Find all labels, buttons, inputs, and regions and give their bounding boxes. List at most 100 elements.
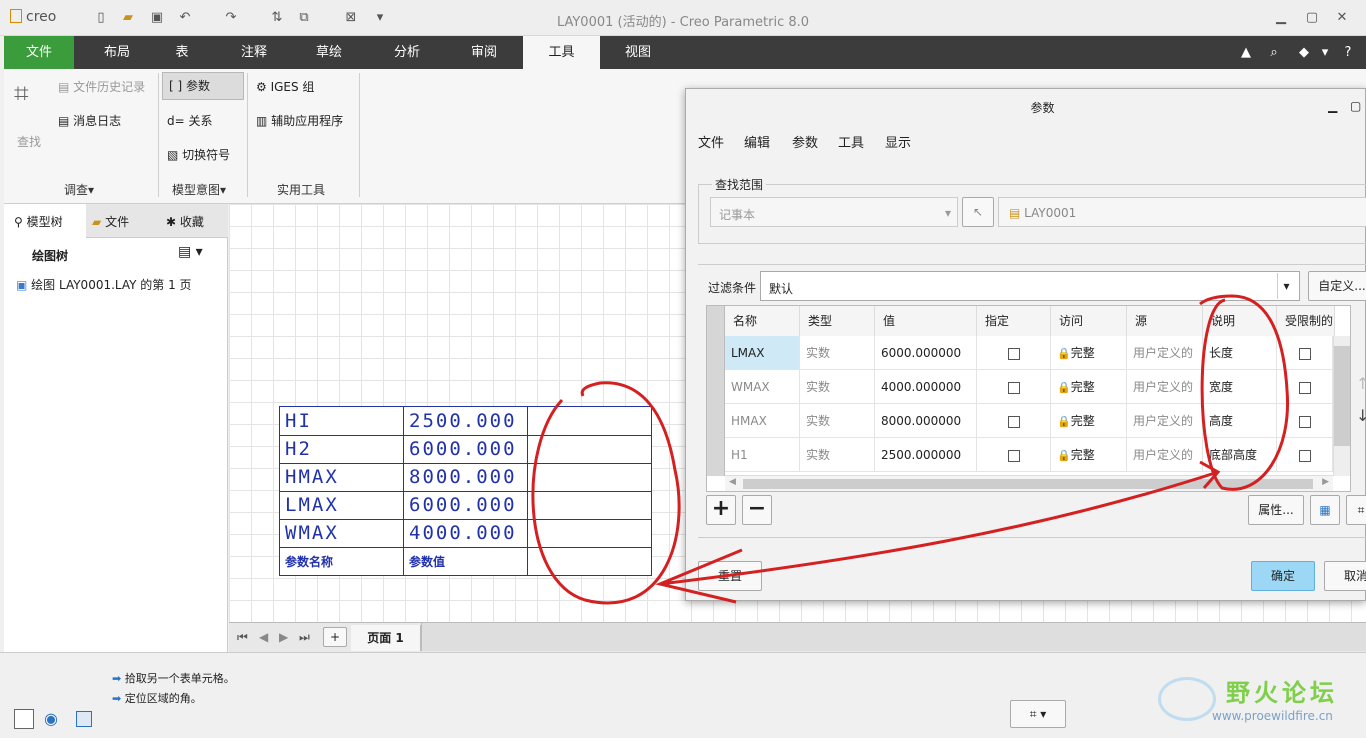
cell-access[interactable]: 🔒完整 bbox=[1051, 404, 1127, 438]
table-cell-name[interactable]: HI bbox=[285, 410, 312, 432]
look-in-object-field[interactable]: ▤ LAY0001 bbox=[998, 197, 1366, 227]
cell-source[interactable]: 用户定义的 bbox=[1127, 336, 1203, 370]
dialog-menu-parameter[interactable]: 参数 bbox=[792, 132, 818, 151]
checkbox-designate[interactable] bbox=[977, 370, 1051, 404]
binoculars-icon[interactable]: ⌗ bbox=[14, 79, 46, 109]
dialog-maximize-icon[interactable]: ▢ bbox=[1350, 99, 1361, 113]
col-name[interactable]: 名称 bbox=[725, 306, 800, 336]
parameters-button[interactable]: [ ] 参数 bbox=[162, 72, 244, 100]
move-down-icon[interactable]: ↓ bbox=[1356, 406, 1366, 425]
checkbox-restricted[interactable] bbox=[1277, 438, 1333, 472]
relations-button[interactable]: d= 关系 bbox=[167, 112, 213, 129]
cell-desc[interactable]: 宽度 bbox=[1203, 370, 1277, 404]
help-menu-icon[interactable]: ▾ bbox=[1318, 36, 1332, 69]
checkbox-restricted[interactable] bbox=[1277, 336, 1333, 370]
cell-source[interactable]: 用户定义的 bbox=[1127, 438, 1203, 472]
tab-favorites[interactable]: ✱ 收藏 bbox=[166, 213, 204, 230]
tab-layout[interactable]: 布局 bbox=[82, 36, 152, 69]
iges-group-button[interactable]: ⚙ IGES 组 bbox=[256, 78, 314, 95]
tab-review[interactable]: 审阅 bbox=[449, 36, 519, 69]
tab-sketch[interactable]: 草绘 bbox=[294, 36, 364, 69]
cell-desc[interactable]: 长度 bbox=[1203, 336, 1277, 370]
table-cell-name[interactable]: HMAX bbox=[285, 466, 339, 488]
maximize-icon[interactable]: ▢ bbox=[1303, 9, 1321, 27]
cell-access[interactable]: 🔒完整 bbox=[1051, 438, 1127, 472]
tree-settings-icon[interactable]: ▤ ▾ bbox=[178, 244, 203, 260]
collapse-ribbon-icon[interactable]: ▲ bbox=[1236, 36, 1256, 69]
minimize-icon[interactable]: ▁ bbox=[1272, 9, 1290, 27]
col-restricted[interactable]: 受限制的 bbox=[1277, 306, 1335, 336]
col-designate[interactable]: 指定 bbox=[977, 306, 1051, 336]
cell-value[interactable]: 6000.000000 bbox=[875, 336, 977, 370]
cell-source[interactable]: 用户定义的 bbox=[1127, 404, 1203, 438]
checkbox-designate[interactable] bbox=[977, 404, 1051, 438]
dialog-menu-display[interactable]: 显示 bbox=[885, 132, 911, 151]
cell-name[interactable]: WMAX bbox=[725, 370, 800, 404]
find-button[interactable]: 查找 bbox=[17, 133, 41, 150]
cell-desc[interactable]: 底部高度 bbox=[1203, 438, 1277, 472]
tab-tools[interactable]: 工具 bbox=[523, 36, 600, 69]
cell-desc[interactable]: 高度 bbox=[1203, 404, 1277, 438]
properties-button[interactable]: 属性... bbox=[1248, 495, 1304, 525]
group-investigate[interactable]: 调查▾ bbox=[64, 181, 94, 198]
toggle-navigator-icon[interactable] bbox=[14, 709, 34, 729]
cell-value[interactable]: 8000.000000 bbox=[875, 404, 977, 438]
find-binoculars-button[interactable]: ⌗ ▾ bbox=[1010, 700, 1066, 728]
prev-page-icon[interactable]: ◀ bbox=[259, 630, 268, 644]
cell-type[interactable]: 实数 bbox=[800, 404, 875, 438]
cell-access[interactable]: 🔒完整 bbox=[1051, 336, 1127, 370]
help-icon[interactable]: ◆ bbox=[1292, 36, 1316, 69]
cell-value[interactable]: 4000.000000 bbox=[875, 370, 977, 404]
cell-name[interactable]: H1 bbox=[725, 438, 800, 472]
table-cell-name[interactable]: H2 bbox=[285, 438, 312, 460]
next-page-icon[interactable]: ▶ bbox=[279, 630, 288, 644]
customize-button[interactable]: 自定义... bbox=[1308, 271, 1366, 301]
cancel-button[interactable]: 取消 bbox=[1324, 561, 1366, 591]
table-header-value[interactable]: 参数值 bbox=[409, 553, 445, 570]
checkbox-restricted[interactable] bbox=[1277, 370, 1333, 404]
tab-file[interactable]: 文件 bbox=[4, 36, 74, 69]
table-cell-value[interactable]: 4000.000 bbox=[409, 522, 517, 544]
aux-app-button[interactable]: ▥ 辅助应用程序 bbox=[256, 112, 343, 129]
cell-type[interactable]: 实数 bbox=[800, 438, 875, 472]
checkbox-restricted[interactable] bbox=[1277, 404, 1333, 438]
group-model-intent[interactable]: 模型意图▾ bbox=[172, 181, 226, 198]
message-log-button[interactable]: ▤ 消息日志 bbox=[58, 112, 121, 129]
tab-analysis[interactable]: 分析 bbox=[372, 36, 442, 69]
tree-item-drawing[interactable]: ▣ 绘图 LAY0001.LAY 的第 1 页 bbox=[16, 276, 192, 293]
cell-access[interactable]: 🔒完整 bbox=[1051, 370, 1127, 404]
parameters-table[interactable]: 名称 类型 值 指定 访问 源 说明 受限制的 LMAX 实数 6000.00000… bbox=[706, 305, 1351, 492]
table-cell-name[interactable]: WMAX bbox=[285, 522, 339, 544]
fullscreen-icon[interactable] bbox=[76, 711, 92, 727]
dialog-minimize-icon[interactable]: ▁ bbox=[1328, 99, 1337, 113]
tab-annotate[interactable]: 注释 bbox=[219, 36, 289, 69]
table-cell-name[interactable]: LMAX bbox=[285, 494, 339, 516]
vertical-scrollbar[interactable] bbox=[1333, 336, 1350, 476]
browser-icon[interactable]: ◉ bbox=[44, 709, 58, 728]
cell-type[interactable]: 实数 bbox=[800, 336, 875, 370]
page-tab-1[interactable]: 页面 1 bbox=[351, 625, 421, 651]
table-cell-value[interactable]: 6000.000 bbox=[409, 494, 517, 516]
horizontal-scrollbar[interactable]: ◀ ▶ bbox=[725, 475, 1333, 491]
col-description[interactable]: 说明 bbox=[1203, 306, 1277, 336]
last-page-icon[interactable]: ⏭ bbox=[299, 630, 310, 645]
cell-name[interactable]: LMAX bbox=[725, 336, 800, 370]
move-up-icon[interactable]: ↑ bbox=[1356, 374, 1366, 393]
ok-button[interactable]: 确定 bbox=[1251, 561, 1315, 591]
col-access[interactable]: 访问 bbox=[1051, 306, 1127, 336]
table-cell-value[interactable]: 8000.000 bbox=[409, 466, 517, 488]
search-icon[interactable]: ⌕ bbox=[1264, 36, 1284, 69]
checkbox-designate[interactable] bbox=[977, 336, 1051, 370]
add-page-button[interactable]: + bbox=[323, 627, 347, 647]
find-icon[interactable]: ⌗ bbox=[1346, 495, 1366, 525]
remove-parameter-button[interactable]: − bbox=[742, 495, 772, 525]
switch-symbols-button[interactable]: ▧ 切换符号 bbox=[167, 146, 230, 163]
filter-select[interactable]: 默认 ▾ bbox=[760, 271, 1300, 301]
close-icon[interactable]: ✕ bbox=[1333, 9, 1351, 27]
first-page-icon[interactable]: ⏮ bbox=[237, 630, 248, 645]
table-cell-value[interactable]: 2500.000 bbox=[409, 410, 517, 432]
table-cell-value[interactable]: 6000.000 bbox=[409, 438, 517, 460]
cell-type[interactable]: 实数 bbox=[800, 370, 875, 404]
dialog-menu-edit[interactable]: 编辑 bbox=[744, 132, 770, 151]
reset-button[interactable]: 重置 bbox=[698, 561, 762, 591]
